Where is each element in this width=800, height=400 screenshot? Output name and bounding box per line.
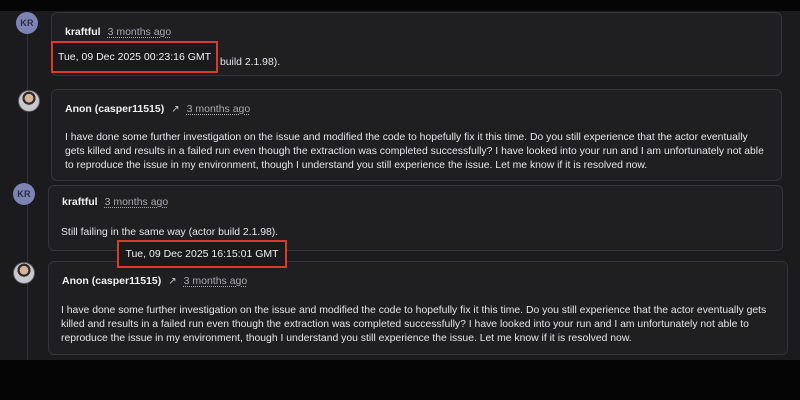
comment-body: I have done some further investigation o… [65,132,764,172]
comment-card: Anon (casper11515) ↗ 3 months ago I have… [51,89,782,181]
avatar: KR [16,12,38,34]
timestamp-tooltip: Tue, 09 Dec 2025 16:15:01 GMT [117,240,287,268]
comment-body: Still failing in the same way (actor bui… [61,227,279,238]
top-bar [0,0,800,11]
comment-author[interactable]: kraftful [65,26,101,38]
comment-header: kraftful 3 months ago [65,26,171,38]
comment-author[interactable]: Anon (casper11515) [62,275,161,287]
comment-timestamp[interactable]: 3 months ago [184,275,248,287]
comment-header: kraftful 3 months ago [62,196,168,208]
comment-header: Anon (casper11515) ↗ 3 months ago [62,275,247,287]
comment-author[interactable]: Anon (casper11515) [65,103,164,115]
comment-body: build 2.1.98). [220,57,281,68]
comment-header: Anon (casper11515) ↗ 3 months ago [65,103,250,115]
comment-author[interactable]: kraftful [62,196,98,208]
avatar: KR [13,183,35,205]
timestamp-tooltip: Tue, 09 Dec 2025 00:23:16 GMT [51,41,218,73]
comment-timestamp[interactable]: 3 months ago [105,196,169,208]
bottom-bar [0,360,800,400]
external-link-icon[interactable]: ↗ [168,276,176,287]
avatar [18,90,40,112]
comment-body: I have done some further investigation o… [61,305,767,345]
external-link-icon[interactable]: ↗ [171,104,179,115]
comment-timestamp[interactable]: 3 months ago [108,26,172,38]
comment-timestamp[interactable]: 3 months ago [187,103,251,115]
avatar [13,262,35,284]
comment-card: Anon (casper11515) ↗ 3 months ago I have… [48,261,788,355]
